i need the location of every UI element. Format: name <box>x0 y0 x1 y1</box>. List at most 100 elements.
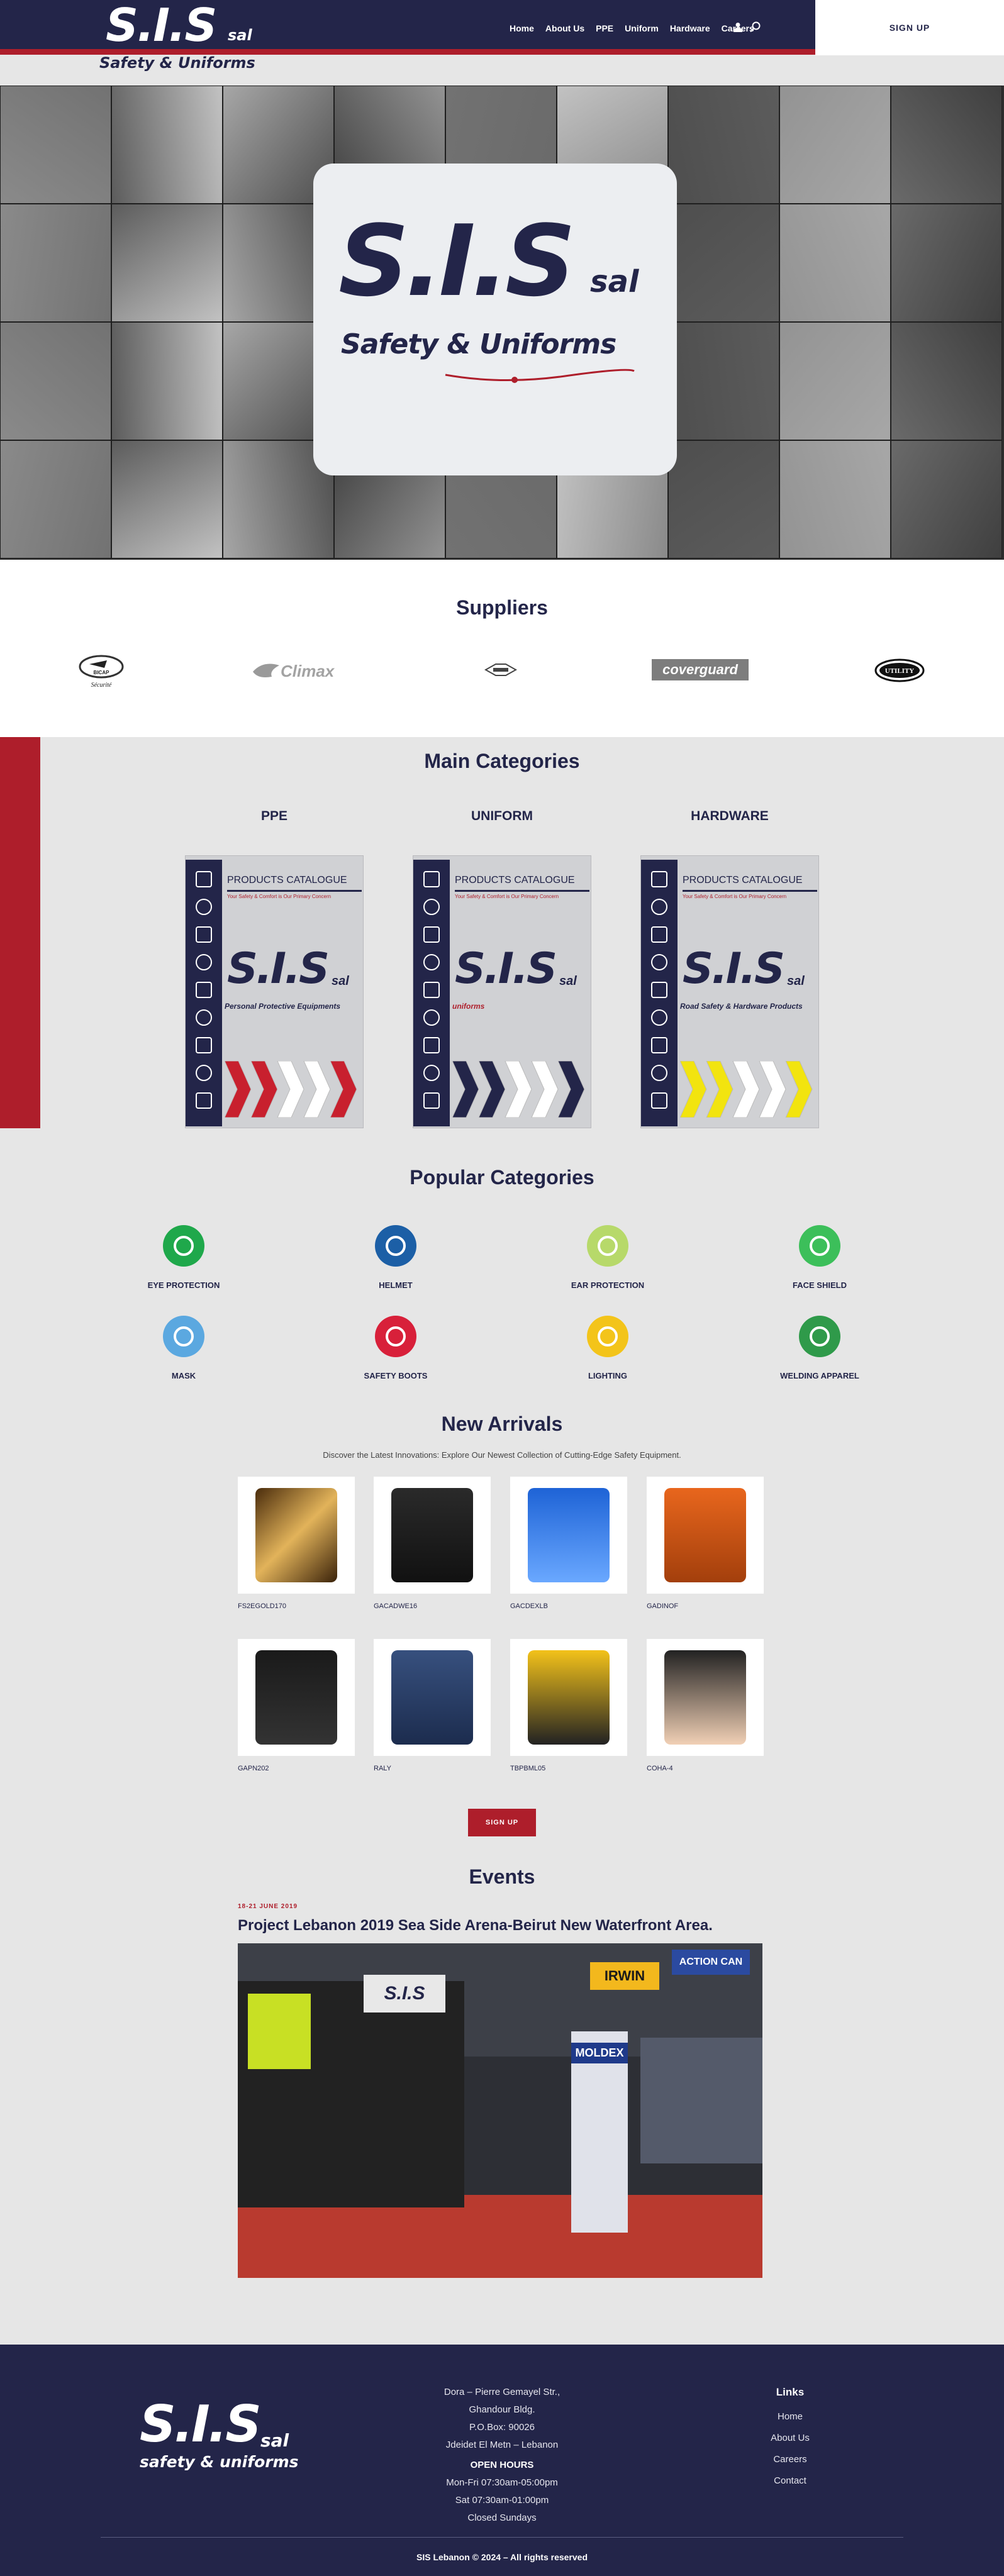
footer-link-home[interactable]: Home <box>727 2406 853 2428</box>
catalogue-product-icon <box>651 1065 667 1081</box>
product-card[interactable]: GAPN202 <box>238 1639 355 1772</box>
catalogue-description: uniforms <box>452 1002 485 1011</box>
product-card[interactable]: GADINOF <box>647 1477 764 1610</box>
event-photo-vests <box>248 1994 311 2069</box>
catalogue-card-uniform[interactable]: PRODUCTS CATALOGUE Your Safety & Comfort … <box>413 855 591 1128</box>
nav-ppe[interactable]: PPE <box>596 23 613 33</box>
catalogue-brand: S.I.S <box>455 944 557 994</box>
catalogue-description: Personal Protective Equipments <box>225 1002 341 1011</box>
catalogue-brand: S.I.S <box>683 944 785 994</box>
nav-uniform[interactable]: Uniform <box>625 23 659 33</box>
category-title-hardware[interactable]: HARDWARE <box>639 809 821 824</box>
suppliers-title: Suppliers <box>456 596 548 619</box>
popular-category-item[interactable]: FACE SHIELD <box>744 1225 895 1290</box>
product-image[interactable] <box>510 1639 627 1756</box>
footer-link-contact[interactable]: Contact <box>727 2470 853 2492</box>
popular-category-item[interactable]: LIGHTING <box>532 1316 683 1380</box>
event-sign-moldex: MOLDEX <box>571 2043 628 2063</box>
catalogue-product-icon <box>651 982 667 998</box>
product-card[interactable]: COHA-4 <box>647 1639 764 1772</box>
supplier-logo-bicap[interactable]: BICAP Sécurité <box>77 654 126 691</box>
product-card[interactable]: TBPBML05 <box>510 1639 627 1772</box>
popular-category-item[interactable]: SAFETY BOOTS <box>320 1316 471 1380</box>
footer-address-line: Jdeidet El Metn – Lebanon <box>445 2440 559 2450</box>
footer-address-line: Ghandour Bldg. <box>469 2404 535 2415</box>
catalogue-product-icon <box>196 1092 212 1109</box>
popular-category-item[interactable]: MASK <box>108 1316 259 1380</box>
product-card[interactable]: GACADWE16 <box>374 1477 491 1610</box>
popular-category-item[interactable]: EYE PROTECTION <box>108 1225 259 1290</box>
footer-link-careers[interactable]: Careers <box>727 2449 853 2470</box>
hero-photo-tile <box>779 86 891 204</box>
events-title: Events <box>469 1865 535 1888</box>
product-code[interactable]: FS2EGOLD170 <box>238 1602 355 1610</box>
supplier-name-climax: Climax <box>281 662 335 680</box>
signup-button[interactable]: SIGN UP <box>815 0 1004 55</box>
catalogue-product-icon <box>423 1092 440 1109</box>
event-photo[interactable]: S.I.S IRWIN ACTION CAN MOLDEX <box>238 1943 762 2278</box>
product-image[interactable] <box>647 1639 764 1756</box>
catalogue-product-icon <box>423 899 440 915</box>
product-image[interactable] <box>647 1477 764 1594</box>
catalogue-product-icon <box>651 1037 667 1053</box>
supplier-logo-small-emblem[interactable] <box>484 660 517 679</box>
popular-category-label: WELDING APPAREL <box>780 1371 859 1380</box>
nav-hardware[interactable]: Hardware <box>670 23 710 33</box>
product-code[interactable]: RALY <box>374 1765 491 1772</box>
product-code[interactable]: GACADWE16 <box>374 1602 491 1610</box>
supplier-logos: BICAP Sécurité Climax coverguard UTILITY <box>0 654 1004 692</box>
product-code[interactable]: GACDEXLB <box>510 1602 627 1610</box>
catalogue-product-icon <box>196 1037 212 1053</box>
category-title-ppe[interactable]: PPE <box>183 809 365 824</box>
popular-category-item[interactable]: EAR PROTECTION <box>532 1225 683 1290</box>
supplier-logo-coverguard[interactable]: coverguard <box>652 659 749 680</box>
catalogue-product-icon <box>423 954 440 970</box>
product-card[interactable]: RALY <box>374 1639 491 1772</box>
safety-boots-icon <box>375 1316 416 1357</box>
supplier-logo-climax[interactable]: Climax <box>250 658 351 683</box>
category-title-uniform[interactable]: UNIFORM <box>411 809 593 824</box>
nav-home[interactable]: Home <box>510 23 534 33</box>
product-image[interactable] <box>238 1477 355 1594</box>
popular-category-item[interactable]: WELDING APPAREL <box>744 1316 895 1380</box>
search-icon[interactable] <box>750 21 761 33</box>
hero-photo-tile <box>891 440 1002 558</box>
hero-photo-tile <box>891 204 1002 322</box>
product-card[interactable]: FS2EGOLD170 <box>238 1477 355 1610</box>
product-code[interactable]: TBPBML05 <box>510 1765 627 1772</box>
nav-about-us[interactable]: About Us <box>545 23 584 33</box>
catalogue-card-hardware[interactable]: PRODUCTS CATALOGUE Your Safety & Comfort … <box>640 855 819 1128</box>
product-image[interactable] <box>374 1477 491 1594</box>
svg-text:Sécurité: Sécurité <box>91 682 112 689</box>
catalogue-header: PRODUCTS CATALOGUE <box>455 875 575 886</box>
catalogue-header: PRODUCTS CATALOGUE <box>227 875 347 886</box>
popular-category-item[interactable]: HELMET <box>320 1225 471 1290</box>
product-code[interactable]: GADINOF <box>647 1602 764 1610</box>
product-image[interactable] <box>510 1477 627 1594</box>
footer-logo[interactable]: S.I.S sal safety & uniforms <box>140 2395 303 2477</box>
new-arrivals-title: New Arrivals <box>441 1413 563 1435</box>
event-headline[interactable]: Project Lebanon 2019 Sea Side Arena-Beir… <box>238 1917 713 1935</box>
brand-logo[interactable]: S.I.S sal Safety & Uniforms <box>94 0 258 79</box>
user-icon[interactable] <box>733 22 742 32</box>
catalogue-product-icon <box>423 926 440 943</box>
popular-category-label: SAFETY BOOTS <box>364 1371 428 1380</box>
catalogue-brand: S.I.S <box>227 944 330 994</box>
catalogue-header: PRODUCTS CATALOGUE <box>683 875 803 886</box>
product-code[interactable]: GAPN202 <box>238 1765 355 1772</box>
product-code[interactable]: COHA-4 <box>647 1765 764 1772</box>
new-arrivals-signup-button[interactable]: SIGN UP <box>468 1809 536 1836</box>
catalogue-brand-suffix: sal <box>787 974 805 988</box>
footer-address-line: Dora – Pierre Gemayel Str., <box>443 2387 561 2397</box>
product-card[interactable]: GACDEXLB <box>510 1477 627 1610</box>
product-image[interactable] <box>374 1639 491 1756</box>
footer-link-about-us[interactable]: About Us <box>727 2428 853 2449</box>
catalogue-card-ppe[interactable]: PRODUCTS CATALOGUE Your Safety & Comfort … <box>185 855 364 1128</box>
hero-logo-card: S.I.S sal Safety & Uniforms <box>313 164 677 475</box>
supplier-logo-utility[interactable]: UTILITY <box>874 658 925 683</box>
product-image[interactable] <box>238 1639 355 1756</box>
hero-photo-tile <box>111 204 223 322</box>
supplier-name-bicap: BICAP <box>94 670 110 675</box>
catalogue-product-icon <box>196 871 212 887</box>
footer-hours-title: OPEN HOURS <box>470 2460 534 2470</box>
